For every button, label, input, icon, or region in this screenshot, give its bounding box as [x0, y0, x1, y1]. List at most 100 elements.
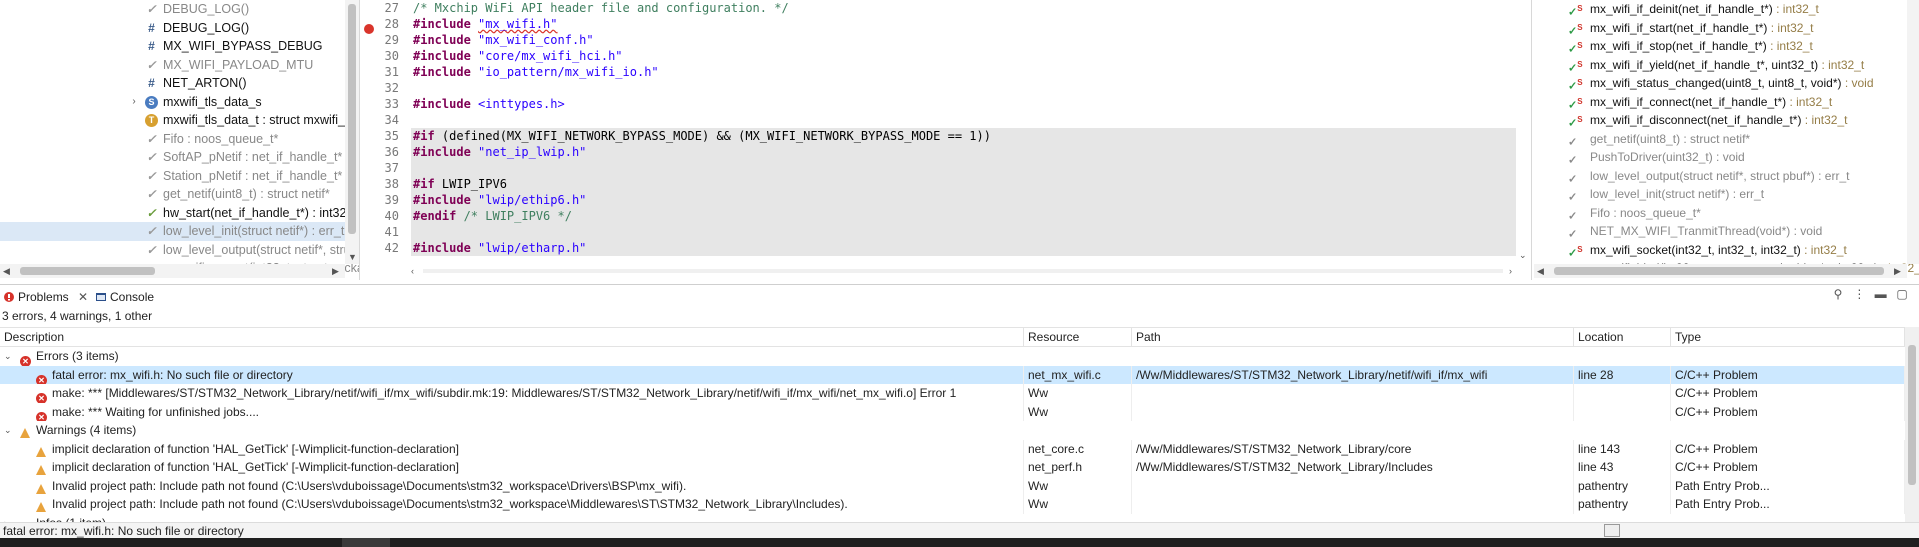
minimize-icon[interactable]: ▬ — [1872, 287, 1890, 301]
problem-group[interactable]: ⌄ ✕ Errors (3 items) — [0, 347, 1905, 367]
code-line[interactable]: #include "net_ip_lwip.h" — [411, 144, 1519, 160]
outline-item[interactable]: ✓ get_netif(uint8_t) : struct netif* — [0, 185, 345, 204]
problem-group[interactable]: ⌄ Warnings (4 items) — [0, 421, 1905, 440]
scroll-left-arrow-icon[interactable]: ◀ — [1537, 266, 1544, 277]
outline-right-item[interactable]: ✓ low_level_init(struct netif*) : err_t — [1534, 185, 1909, 204]
scroll-down-arrow-icon[interactable]: ⌄ — [1519, 250, 1527, 261]
scroll-down-arrow-icon[interactable]: ▼ — [348, 252, 357, 262]
outline-item[interactable]: ✓ DEBUG_LOG() — [0, 0, 345, 19]
scroll-right-arrow-icon[interactable]: › — [1509, 266, 1512, 276]
outline-item[interactable]: ✓ SoftAP_pNetif : net_if_handle_t* — [0, 148, 345, 167]
outline-right-vertical-scrollbar[interactable] — [1907, 0, 1919, 264]
outline-right-item[interactable]: ✓S mx_wifi_status_changed(uint8_t, uint8_… — [1534, 74, 1909, 93]
code-line[interactable] — [411, 80, 1519, 96]
return-type: : int32_t — [1767, 20, 1814, 35]
outline-item[interactable]: ✓ hw_start(net_if_handle_t*) : int32_t — [0, 204, 356, 223]
scrollbar-thumb[interactable] — [348, 4, 356, 234]
outline-right-item[interactable]: ✓ NET_MX_WIFI_TranmitThread(void*) : void — [1534, 222, 1909, 241]
outline-right-horizontal-scrollbar[interactable]: ◀ ▶ — [1534, 264, 1907, 278]
view-menu-icon[interactable]: ⋮ — [1850, 287, 1868, 301]
outline-horizontal-scrollbar[interactable]: ◀ ▶ — [0, 264, 345, 278]
outline-item[interactable]: Tmxwifi_tls_data_t : struct mxwifi_tl — [0, 111, 351, 130]
scroll-right-arrow-icon[interactable]: ▶ — [332, 266, 339, 277]
outline-item[interactable]: # NET_ARTON() — [0, 74, 345, 93]
problem-row[interactable]: Invalid project path: Include path not f… — [0, 495, 1905, 514]
scroll-right-arrow-icon[interactable]: ▶ — [1894, 266, 1901, 277]
code-line[interactable]: #if (defined(MX_WIFI_NETWORK_BYPASS_MODE… — [411, 128, 1519, 144]
outline-item[interactable]: › Smxwifi_tls_data_s — [0, 93, 345, 112]
expand-arrow-icon[interactable]: › — [128, 93, 140, 112]
string-literal: "lwip/etharp.h" — [478, 241, 587, 255]
outline-item[interactable]: ✓ Fifo : noos_queue_t* — [0, 130, 345, 149]
code-line[interactable]: #include "mx_wifi_conf.h" — [411, 32, 1519, 48]
function-icon: ✓ — [146, 205, 157, 220]
code-line[interactable]: #if LWIP_IPV6 — [411, 176, 1519, 192]
column-path[interactable]: Path — [1132, 328, 1574, 347]
outline-right-item[interactable]: ✓S mx_wifi_if_start(net_if_handle_t*) : i… — [1534, 19, 1909, 38]
problem-row[interactable]: Invalid project path: Include path not f… — [0, 476, 1905, 495]
column-location[interactable]: Location — [1574, 328, 1671, 347]
outline-right-item[interactable]: ✓ Fifo : noos_queue_t* — [1534, 204, 1909, 223]
code-line[interactable]: #endif /* LWIP_IPV6 */ — [411, 208, 1519, 224]
cell-type: Path Entry Prob... — [1671, 495, 1905, 514]
column-type[interactable]: Type — [1671, 328, 1905, 347]
outline-item[interactable]: # MX_WIFI_BYPASS_DEBUG — [0, 37, 345, 56]
taskbar-item[interactable] — [342, 538, 390, 547]
code-content[interactable]: /* Mxchip WiFi API header file and confi… — [411, 0, 1519, 256]
outline-item[interactable]: ✓ low_level_output(struct netif*, stru — [0, 241, 350, 260]
problem-row[interactable]: ✕ make: *** Waiting for unfinished jobs..… — [0, 402, 1905, 421]
maximize-icon[interactable]: ▢ — [1893, 287, 1911, 301]
column-description[interactable]: Description — [0, 328, 1024, 347]
editor-horizontal-scrollbar[interactable]: ‹ › — [411, 264, 1519, 278]
cell-type: C/C++ Problem — [1671, 384, 1905, 403]
code-line[interactable]: #include "lwip/ethip6.h" — [411, 192, 1519, 208]
outline-right-item[interactable]: ✓ get_netif(uint8_t) : struct netif* — [1534, 130, 1909, 149]
problem-row[interactable]: ✕ fatal error: mx_wifi.h: No such file or… — [0, 365, 1905, 384]
code-editor[interactable]: 27 28 29 30 31 32 33 34 35 36 37 38 39 40 41 42 /* Mxch… — [363, 0, 1532, 280]
code-line[interactable]: #include "lwip/etharp.h" — [411, 240, 1519, 256]
outline-right-item[interactable]: ✓ low_level_output(struct netif*, struct … — [1534, 167, 1909, 186]
code-line[interactable]: #include "mx_wifi.h" — [411, 16, 1519, 32]
code-line[interactable]: #include "core/mx_wifi_hci.h" — [411, 48, 1519, 64]
code-line[interactable]: #include <inttypes.h> — [411, 96, 1519, 112]
outline-item[interactable]: # DEBUG_LOG() — [0, 19, 345, 38]
tab-console[interactable]: Console — [92, 287, 154, 307]
outline-item[interactable]: ✓ low_level_init(struct netif*) : err_t — [0, 222, 345, 241]
outline-right-item[interactable]: ✓ PushToDriver(uint32_t) : void — [1534, 148, 1909, 167]
code-line[interactable]: #include "io_pattern/mx_wifi_io.h" — [411, 64, 1519, 80]
column-resource[interactable]: Resource — [1024, 328, 1132, 347]
outline-right-item[interactable]: ✓S mx_wifi_socket(int32_t, int32_t, int32… — [1534, 241, 1909, 260]
editor-vertical-scrollbar[interactable]: ⌄ — [1516, 0, 1531, 264]
problem-row[interactable]: ✕ make: *** [Middlewares/ST/STM32_Network… — [0, 384, 1905, 403]
collapse-arrow-icon[interactable]: ⌄ — [4, 347, 12, 366]
problem-row[interactable]: implicit declaration of function 'HAL_Ge… — [0, 458, 1905, 477]
cell-type: C/C++ Problem — [1671, 458, 1905, 477]
code-line[interactable] — [411, 112, 1519, 128]
scrollbar-thumb[interactable] — [20, 267, 155, 275]
scrollbar-thumb[interactable] — [1554, 267, 1884, 275]
scrollbar-thumb[interactable] — [1908, 345, 1916, 485]
outline-right-item[interactable]: ✓S mx_wifi_if_deinit(net_if_handle_t*) : … — [1534, 0, 1909, 19]
outline-right-item[interactable]: ✓S mx_wifi_if_connect(net_if_handle_t*) :… — [1534, 93, 1909, 112]
outline-right-item[interactable]: ✓S mx_wifi_if_yield(net_if_handle_t*, uin… — [1534, 56, 1909, 75]
status-icon[interactable] — [1604, 524, 1620, 537]
scroll-left-arrow-icon[interactable]: ◀ — [3, 266, 10, 277]
code-line[interactable]: /* Mxchip WiFi API header file and confi… — [411, 0, 1519, 16]
close-icon[interactable]: ✕ — [78, 290, 88, 304]
outline-right-item[interactable]: ✓S mx_wifi_if_stop(net_if_handle_t*) : in… — [1534, 37, 1909, 56]
code-line[interactable] — [411, 160, 1519, 176]
outline-right-item[interactable]: ✓S mx_wifi_if_disconnect(net_if_handle_t*… — [1534, 111, 1909, 130]
outline-item[interactable]: ✓ MX_WIFI_PAYLOAD_MTU — [0, 56, 345, 75]
problem-row[interactable]: implicit declaration of function 'HAL_Ge… — [0, 439, 1905, 458]
outline-item[interactable]: ✓ Station_pNetif : net_if_handle_t* — [0, 167, 345, 186]
outline-vertical-scrollbar[interactable]: ▼ — [345, 0, 359, 264]
scroll-left-arrow-icon[interactable]: ‹ — [411, 266, 414, 276]
collapse-arrow-icon[interactable]: ⌄ — [4, 421, 12, 440]
filter-icon[interactable]: ⚲ — [1829, 287, 1847, 301]
code-line[interactable] — [411, 224, 1519, 240]
line-number: 36 — [384, 145, 399, 159]
keyword: #endif — [413, 209, 464, 223]
scrollbar-track[interactable] — [423, 269, 1503, 273]
tab-problems[interactable]: Problems ✕ — [0, 287, 88, 307]
problems-vertical-scrollbar[interactable] — [1905, 327, 1919, 527]
